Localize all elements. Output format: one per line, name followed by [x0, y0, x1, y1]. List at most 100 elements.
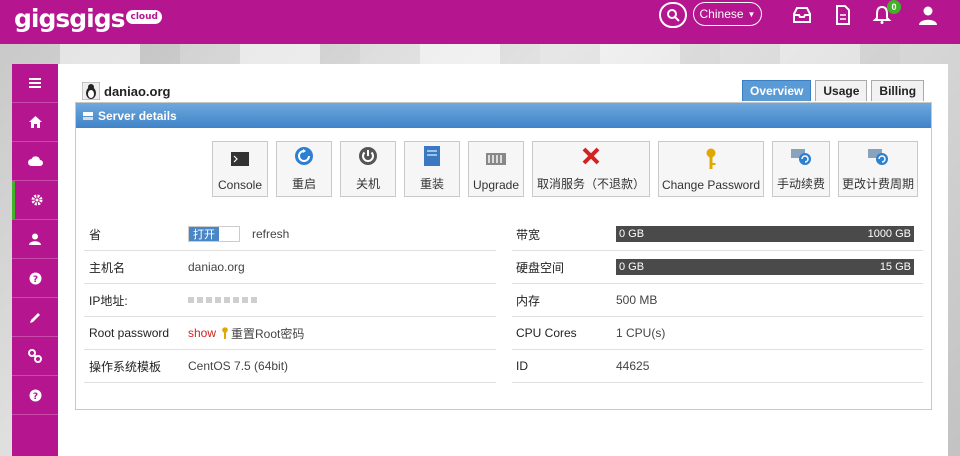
ip-value-redacted [188, 297, 257, 303]
help-icon: ? [29, 272, 41, 285]
billing-cycle-icon [868, 149, 888, 165]
cloud-icon [27, 156, 43, 166]
disk-label: 硬盘空间 [516, 260, 565, 275]
details-left: 省 打开 refresh 主机名 daniao.org IP地址: Root p… [84, 218, 496, 383]
inbox-icon [793, 7, 811, 23]
restart-button[interactable]: 重启 [276, 141, 332, 197]
logo-cloud-badge: cloud [126, 10, 162, 24]
sidebar-item-menu[interactable] [12, 64, 58, 103]
chevron-down-icon: ▼ [747, 9, 756, 19]
billing-cycle-button[interactable]: 更改计费周期 [838, 141, 918, 197]
user-icon [919, 6, 937, 25]
show-password-link[interactable]: show [188, 326, 216, 340]
cancel-service-button[interactable]: 取消服务（不退款） [532, 141, 650, 197]
toggle-on-text: 打开 [189, 227, 219, 241]
documents-button[interactable] [831, 3, 855, 27]
root-password-row: Root password show 重置Root密码 [84, 317, 496, 350]
shutdown-button[interactable]: 关机 [340, 141, 396, 197]
sidebar-item-help[interactable]: ? [12, 376, 58, 415]
renew-label: 手动续费 [777, 177, 826, 191]
action-toolbar: Console 重启 关机 重装 Upgrade 取消服务（不退款） Chang… [212, 141, 918, 197]
disk-total: 15 GB [879, 261, 911, 273]
upgrade-button[interactable]: Upgrade [468, 141, 524, 197]
account-button[interactable] [916, 3, 940, 27]
cpu-row: CPU Cores 1 CPU(s) [512, 317, 923, 350]
cancel-service-label: 取消服务（不退款） [537, 177, 646, 191]
server-details-panel: Server details Console 重启 关机 重装 Upgrade [75, 102, 932, 410]
power-saving-toggle[interactable]: 打开 [188, 226, 240, 242]
sidebar-item-links[interactable] [12, 337, 58, 376]
root-password-label: Root password [89, 326, 170, 340]
os-template-value: CentOS 7.5 (64bit) [188, 359, 289, 373]
inbox-button[interactable] [790, 3, 814, 27]
menu-icon [29, 78, 41, 88]
power-saving-row: 省 打开 refresh [84, 218, 496, 251]
disk-row: 硬盘空间 0 GB 15 GB [512, 251, 923, 284]
ip-label: IP地址: [89, 293, 128, 308]
panel-header: Server details [76, 103, 931, 128]
bandwidth-total: 1000 GB [867, 228, 911, 240]
language-label: Chinese [699, 7, 744, 21]
hostname-value: daniao.org [188, 260, 245, 274]
renew-button[interactable]: 手动续费 [772, 141, 830, 197]
id-label: ID [516, 359, 528, 373]
pencil-icon [29, 312, 40, 323]
os-template-row: 操作系统模板 CentOS 7.5 (64bit) [84, 350, 496, 383]
search-button[interactable] [659, 2, 687, 28]
svg-text:?: ? [32, 392, 37, 402]
console-label: Console [217, 178, 263, 192]
ip-row: IP地址: [84, 284, 496, 317]
console-icon [231, 152, 249, 166]
server-tabs: Overview Usage Billing [742, 80, 925, 101]
bandwidth-used: 0 GB [619, 228, 645, 240]
logo-text: gigsgigs [14, 4, 125, 33]
memory-label: 内存 [516, 293, 541, 308]
restart-icon [295, 147, 313, 165]
key-icon [706, 148, 716, 169]
bandwidth-row: 带宽 0 GB 1000 GB [512, 218, 923, 251]
sidebar-item-cloud[interactable] [12, 142, 58, 181]
shutdown-label: 关机 [355, 177, 380, 191]
upgrade-icon [486, 153, 506, 165]
panel-title: Server details [98, 108, 177, 123]
restart-label: 重启 [291, 177, 316, 191]
question-icon: ? [29, 389, 41, 402]
memory-value: 500 MB [616, 293, 658, 307]
main-content: daniao.org Overview Usage Billing Server… [58, 64, 948, 456]
reset-root-password-link[interactable]: 重置Root密码 [231, 325, 304, 342]
power-icon [359, 147, 377, 165]
sidebar-item-account[interactable] [12, 220, 58, 259]
tab-usage[interactable]: Usage [815, 80, 868, 101]
reinstall-label: 重装 [419, 177, 444, 191]
disk-bar: 0 GB 15 GB [616, 259, 914, 275]
top-bar: gigsgigs cloud Chinese ▼ 0 [0, 0, 960, 44]
power-saving-label: 省 [89, 227, 102, 242]
brand-logo[interactable]: gigsgigs cloud [14, 4, 162, 33]
sidebar-item-settings[interactable] [12, 181, 58, 220]
sidebar-item-support[interactable]: ? [12, 259, 58, 298]
home-icon [28, 116, 42, 128]
sidebar-item-edit[interactable] [12, 298, 58, 337]
details-right: 带宽 0 GB 1000 GB 硬盘空间 0 GB 15 GB 内存 500 M… [512, 218, 923, 383]
billing-cycle-label: 更改计费周期 [842, 177, 915, 191]
console-button[interactable]: Console [212, 141, 268, 197]
search-icon [667, 9, 680, 22]
upgrade-label: Upgrade [472, 178, 520, 192]
refresh-link[interactable]: refresh [252, 227, 289, 241]
reinstall-button[interactable]: 重装 [404, 141, 460, 197]
sidebar-item-home[interactable] [12, 103, 58, 142]
svg-text:?: ? [32, 275, 37, 285]
sidebar: ? ? [12, 64, 58, 456]
gear-icon [31, 194, 42, 206]
tab-billing[interactable]: Billing [871, 80, 925, 101]
language-select[interactable]: Chinese ▼ [693, 2, 762, 26]
change-password-button[interactable]: Change Password [658, 141, 764, 197]
key-icon [222, 327, 228, 339]
cpu-value: 1 CPU(s) [616, 326, 666, 340]
change-password-label: Change Password [661, 178, 761, 192]
cpu-label: CPU Cores [516, 326, 577, 340]
notification-badge: 0 [887, 0, 901, 14]
tab-overview[interactable]: Overview [742, 80, 812, 101]
renew-icon [791, 149, 811, 165]
server-icon [83, 111, 93, 120]
